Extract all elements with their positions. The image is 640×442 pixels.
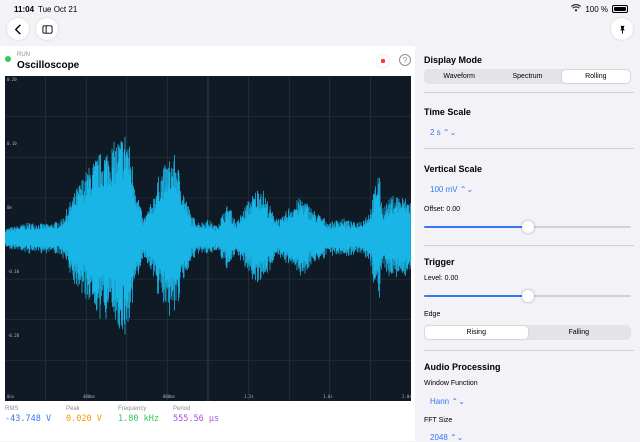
page-title: Oscilloscope [17,60,80,71]
x-label: 800ms [163,394,176,399]
battery-percent: 100 % [585,4,608,14]
stat-frequency: Frequency 1.80 kHz [118,406,159,424]
stat-label: Peak [66,406,80,412]
sidebar-toggle-button[interactable] [36,18,58,40]
stop-button[interactable] [377,55,389,67]
y-label: -0.10 [7,269,20,274]
y-label: -0.20 [7,333,20,338]
vertical-scale-picker[interactable]: 100 mV ⌃⌄ [430,185,473,194]
stat-value: -43.748 V [5,414,52,424]
section-title-display-mode: Display Mode [424,55,483,65]
question-icon: ? [402,55,408,65]
segment-spectrum[interactable]: Spectrum [493,70,561,83]
slider-thumb[interactable] [521,221,534,233]
display-mode-segmented: Waveform Spectrum Rolling [424,69,631,84]
segment-waveform[interactable]: Waveform [425,70,493,83]
pin-icon [619,25,625,34]
trigger-level-label: Level: 0.00 [424,275,459,282]
x-label: 400ms [83,394,96,399]
window-function-label: Window Function [424,380,478,387]
slider-fill [424,226,528,228]
time-scale-picker[interactable]: 2 s ⌃⌄ [430,128,456,137]
y-label: 0.20 [7,77,17,82]
offset-label: Offset: 0.00 [424,206,461,213]
chevron-left-icon [14,23,21,35]
edge-segmented: Rising Falling [424,325,631,340]
picker-value: 2 s [430,128,441,137]
offset-slider[interactable] [424,221,631,233]
x-label: 0ns [7,394,15,399]
stat-value: 1.80 kHz [118,414,159,424]
fft-size-label: FFT Size [424,417,453,424]
battery-icon [612,5,628,13]
settings-panel: Display Mode Waveform Spectrum Rolling T… [418,46,640,442]
trigger-level-slider[interactable] [424,290,631,302]
window-function-picker[interactable]: Hann ⌃⌄ [430,397,465,406]
wifi-icon [571,4,582,14]
divider [424,350,634,351]
x-label: 1.6s [323,394,333,399]
segment-rolling[interactable]: Rolling [561,70,630,83]
stat-value: 0.020 V [66,414,102,424]
oscilloscope-panel: RUN Oscilloscope ? 0.20 0.10 0m -0.10 -0… [0,46,415,441]
run-label: RUN [17,52,30,58]
section-title-audio-processing: Audio Processing [424,362,501,372]
slider-fill [424,295,528,297]
waveform-canvas [5,76,411,401]
section-title-vertical-scale: Vertical Scale [424,164,483,174]
back-button[interactable] [7,18,29,40]
status-bar: 11:04 Tue Oct 21 100 % [0,0,640,18]
pin-button[interactable] [611,18,633,40]
stat-period: Period 555.56 µs [173,406,219,424]
section-title-trigger: Trigger [424,257,455,267]
chevron-updown-icon: ⌃⌄ [442,128,457,137]
x-label: 2.0s [402,394,412,399]
stat-label: RMS [5,406,19,412]
stat-label: Period [173,406,191,412]
chevron-updown-icon: ⌃⌄ [451,397,465,406]
measurements: RMS -43.748 V Peak 0.020 V Frequency 1.8… [0,406,415,441]
divider [424,148,634,149]
segment-falling[interactable]: Falling [528,326,631,339]
stat-label: Frequency [118,406,147,412]
section-title-time-scale: Time Scale [424,107,471,117]
sidebar-icon [41,24,53,34]
help-button[interactable]: ? [399,54,411,66]
scope-display: 0.20 0.10 0m -0.10 -0.20 0ns 400ms 800ms… [5,76,412,401]
y-label: 0.10 [7,141,17,146]
status-time: 11:04 [14,5,35,14]
status-indicators: 100 % [571,4,628,14]
slider-thumb[interactable] [521,290,534,302]
stat-rms: RMS -43.748 V [5,406,51,424]
x-label: 1.2s [244,394,254,399]
edge-label: Edge [424,311,441,318]
picker-value: 100 mV [430,185,458,194]
stat-peak: Peak 0.020 V [66,406,102,424]
stat-value: 555.56 µs [173,414,220,424]
y-label: 0m [7,205,12,210]
chevron-updown-icon: ⌃⌄ [459,185,474,194]
run-indicator [5,56,11,62]
divider [424,92,634,93]
stop-icon [381,59,385,63]
picker-value: Hann [430,397,450,406]
status-date: Tue Oct 21 [38,5,78,14]
divider [424,245,634,246]
segment-rising[interactable]: Rising [425,326,528,339]
